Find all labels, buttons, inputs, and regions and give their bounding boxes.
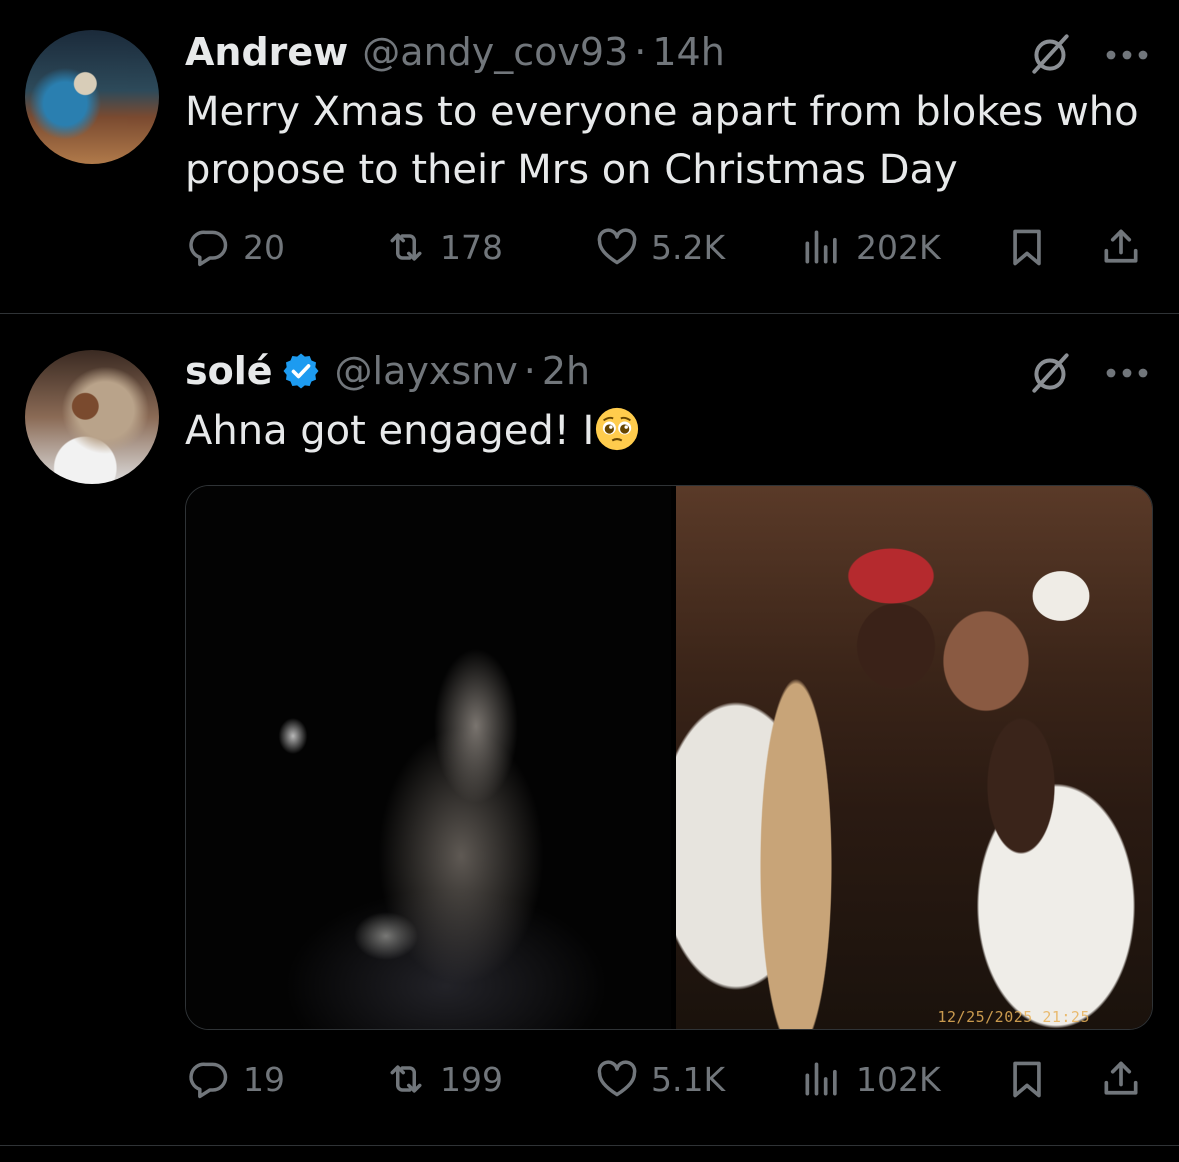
avatar[interactable] (25, 350, 159, 484)
user-handle[interactable]: @andy_cov93 (362, 30, 628, 74)
reply-count: 19 (243, 1059, 285, 1099)
reply-icon (187, 1057, 231, 1101)
bookmark-icon (1005, 1057, 1049, 1101)
repost-count: 178 (440, 227, 503, 267)
share-button[interactable] (1099, 222, 1155, 272)
verified-badge-icon (283, 353, 319, 389)
share-icon (1099, 1057, 1143, 1101)
views-button[interactable]: 102K (800, 1054, 941, 1104)
repost-icon (384, 225, 428, 269)
views-button[interactable]: 202K (800, 222, 941, 272)
bookmark-icon (1005, 225, 1049, 269)
display-name[interactable]: Andrew (185, 30, 348, 74)
view-count: 202K (856, 227, 941, 267)
like-button[interactable]: 5.2K (595, 222, 725, 272)
pleading-face-emoji-icon (596, 407, 639, 451)
timestamp[interactable]: 14h (652, 30, 724, 74)
display-name[interactable]: solé (185, 349, 273, 393)
more-options-icon[interactable] (1103, 45, 1151, 65)
view-count: 102K (856, 1059, 941, 1099)
action-bar: 19 199 5.1K 102K (187, 1054, 1147, 1104)
views-icon (800, 225, 844, 269)
separator-dot: · (523, 349, 536, 393)
repost-button[interactable]: 178 (384, 222, 503, 272)
timestamp[interactable]: 2h (542, 349, 590, 393)
heart-icon (595, 1057, 639, 1101)
photo-1[interactable] (186, 486, 671, 1029)
views-icon (800, 1057, 844, 1101)
avatar[interactable] (25, 30, 159, 164)
heart-icon (595, 225, 639, 269)
tweet-text: Ahna got engaged! I (185, 402, 1145, 460)
grok-icon[interactable] (1026, 29, 1076, 79)
repost-button[interactable]: 199 (384, 1054, 503, 1104)
tweet-text: Merry Xmas to everyone apart from blokes… (185, 83, 1145, 199)
grok-icon[interactable] (1026, 348, 1076, 398)
repost-icon (384, 1057, 428, 1101)
bookmark-button[interactable] (1005, 222, 1061, 272)
reply-count: 20 (243, 227, 285, 267)
tweet-header: solé @layxsnv · 2h (185, 348, 590, 394)
repost-count: 199 (440, 1059, 503, 1099)
action-bar: 20 178 5.2K 202K (187, 222, 1147, 272)
photo-timestamp: 12/25/2025 21:25 (937, 1008, 1090, 1026)
reply-button[interactable]: 20 (187, 222, 285, 272)
photo-2[interactable]: 12/25/2025 21:25 (676, 486, 1152, 1029)
tweet-divider (0, 313, 1179, 314)
reply-icon (187, 225, 231, 269)
like-count: 5.2K (651, 227, 726, 267)
bookmark-button[interactable] (1005, 1054, 1061, 1104)
share-icon (1099, 225, 1143, 269)
like-button[interactable]: 5.1K (595, 1054, 725, 1104)
like-count: 5.1K (651, 1059, 726, 1099)
reply-button[interactable]: 19 (187, 1054, 285, 1104)
tweet-divider (0, 1145, 1179, 1146)
share-button[interactable] (1099, 1054, 1155, 1104)
separator-dot: · (634, 30, 647, 74)
tweet-text-line: Merry Xmas to everyone apart from blokes… (185, 89, 1139, 135)
media-grid: 12/25/2025 21:25 (185, 485, 1153, 1030)
user-handle[interactable]: @layxsnv (335, 349, 518, 393)
tweet-text-line: propose to their Mrs on Christmas Day (185, 147, 958, 193)
tweet-text-body: Ahna got engaged! I (185, 408, 595, 454)
tweet-header: Andrew @andy_cov93 · 14h (185, 29, 725, 75)
more-options-icon[interactable] (1103, 363, 1151, 383)
